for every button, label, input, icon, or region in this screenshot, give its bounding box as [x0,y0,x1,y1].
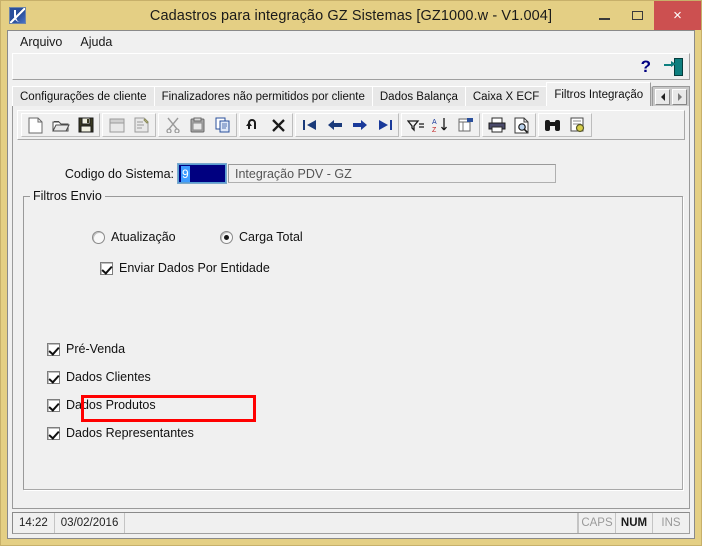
tab-filtros-integracao[interactable]: Filtros Integração [546,82,652,106]
checkbox-enviar-dados-por-entidade[interactable]: Enviar Dados Por Entidade [100,261,270,275]
codigo-sistema-row: Codigo do Sistema: 9 Integração PDV - GZ [13,163,556,184]
status-indicator-caps: CAPS [578,513,615,533]
maximize-icon [632,11,643,20]
toolbar-group-undo [239,113,293,137]
toolbar-group-search [538,113,592,137]
save-disk-icon[interactable] [73,114,98,136]
copy-icon[interactable] [210,114,235,136]
checkbox-dados-representantes-label: Dados Representantes [66,426,194,440]
status-indicator-ins: INS [652,513,689,533]
next-record-icon[interactable] [347,114,372,136]
main-toolbar: A Z [17,110,685,140]
properties-icon[interactable] [129,114,154,136]
descricao-sistema-field[interactable]: Integração PDV - GZ [228,164,556,183]
minimize-button[interactable] [588,1,621,30]
title-bar[interactable]: Cadastros para integração GZ Sistemas [G… [1,1,701,30]
checkbox-pre-venda-label: Pré-Venda [66,342,126,356]
new-document-icon[interactable] [23,114,48,136]
form-area: Codigo do Sistema: 9 Integração PDV - GZ… [13,140,689,508]
minimize-icon [599,17,610,20]
descricao-sistema-value: Integração PDV - GZ [235,166,352,181]
app-window-icon [9,7,26,24]
close-button[interactable]: × [654,1,701,30]
tab-configuracoes-de-cliente[interactable]: Configurações de cliente [12,86,155,106]
codigo-sistema-label: Codigo do Sistema: [64,166,174,181]
delete-x-icon[interactable] [266,114,291,136]
tab-finalizadores-nao-permitidos[interactable]: Finalizadores não permitidos por cliente [153,86,373,106]
checkbox-dados-clientes-icon [47,370,60,384]
toolbar-group-file [21,113,100,137]
codigo-sistema-value: 9 [181,165,190,182]
chevron-left-icon [660,93,665,101]
scissors-cut-icon[interactable] [160,114,185,136]
tab-page-filtros-integracao: A Z Codigo do Sistema: 9 Integração PDV … [12,106,690,509]
exit-door-icon[interactable] [664,57,683,76]
status-bar: 14:22 03/02/2016 CAPS NUM INS [12,512,690,534]
open-folder-icon[interactable] [48,114,73,136]
checkbox-dados-produtos-label: Dados Produtos [66,398,156,412]
previous-record-icon[interactable] [322,114,347,136]
tab-caixa-x-ecf[interactable]: Caixa X ECF [464,86,548,106]
radio-atualizacao-label: Atualização [111,230,176,244]
status-indicators: CAPS NUM INS [578,513,689,533]
svg-text:A: A [432,119,437,126]
checkbox-enviar-dados-por-entidade-icon [100,261,113,275]
menu-bar: Arquivo Ajuda [8,31,694,53]
checkbox-dados-clientes-label: Dados Clientes [66,370,151,384]
toolbar-group-window [102,113,156,137]
checkbox-dados-produtos[interactable]: Dados Produtos [47,398,156,412]
tab-scroll-buttons [653,86,690,106]
radio-atualizacao-icon [92,230,105,244]
sort-az-icon[interactable]: A Z [428,114,453,136]
window-icon[interactable] [104,114,129,136]
print-preview-icon[interactable] [509,114,534,136]
radio-carga-total-icon [220,230,233,244]
help-icon[interactable]: ? [638,58,654,75]
radio-carga-total-label: Carga Total [239,230,303,244]
maximize-button[interactable] [621,1,654,30]
codigo-sistema-input[interactable]: 9 [177,163,227,184]
grid-layout-icon[interactable] [453,114,478,136]
undo-arrow-icon[interactable] [241,114,266,136]
toolbar-group-edit [158,113,237,137]
checkbox-pre-venda[interactable]: Pré-Venda [47,342,125,356]
checkbox-pre-venda-icon [47,342,60,356]
printer-icon[interactable] [484,114,509,136]
tab-scroll-right-button[interactable] [672,89,687,105]
checkbox-enviar-dados-por-entidade-label: Enviar Dados Por Entidade [119,261,270,275]
checkbox-dados-representantes-icon [47,426,60,440]
application-window: Cadastros para integração GZ Sistemas [G… [0,0,702,546]
window-controls: × [588,1,701,30]
toolbar-group-filter-sort: A Z [401,113,480,137]
menu-item-ajuda[interactable]: Ajuda [80,33,122,51]
binoculars-search-icon[interactable] [540,114,565,136]
status-message [125,513,578,533]
checkbox-dados-produtos-icon [47,398,60,412]
advanced-search-icon[interactable] [565,114,590,136]
first-record-icon[interactable] [297,114,322,136]
tab-strip: Configurações de cliente Finalizadores n… [12,82,690,106]
status-time: 14:22 [13,513,55,533]
svg-text:Z: Z [432,127,437,133]
filter-icon[interactable] [403,114,428,136]
menu-item-arquivo[interactable]: Arquivo [20,33,72,51]
tab-dados-balanca[interactable]: Dados Balança [371,86,466,106]
radio-atualizacao[interactable]: Atualização [92,230,176,244]
toolbar-group-print [482,113,536,137]
client-area: Arquivo Ajuda ? Configurações de cliente… [7,30,695,539]
toolbar-group-navigation [295,113,399,137]
radio-carga-total[interactable]: Carga Total [220,230,303,244]
exit-arrow-shape [664,61,676,67]
help-toolbar: ? [12,53,690,80]
status-indicator-num: NUM [615,513,652,533]
tab-scroll-left-button[interactable] [655,89,670,105]
checkbox-dados-clientes[interactable]: Dados Clientes [47,370,151,384]
chevron-right-icon [677,93,682,101]
filtros-envio-groupbox: Filtros Envio Atualização Carga Total En… [23,189,683,490]
clipboard-paste-icon[interactable] [185,114,210,136]
last-record-icon[interactable] [372,114,397,136]
status-date: 03/02/2016 [55,513,126,533]
filtros-envio-title: Filtros Envio [30,189,105,203]
checkbox-dados-representantes[interactable]: Dados Representantes [47,426,194,440]
